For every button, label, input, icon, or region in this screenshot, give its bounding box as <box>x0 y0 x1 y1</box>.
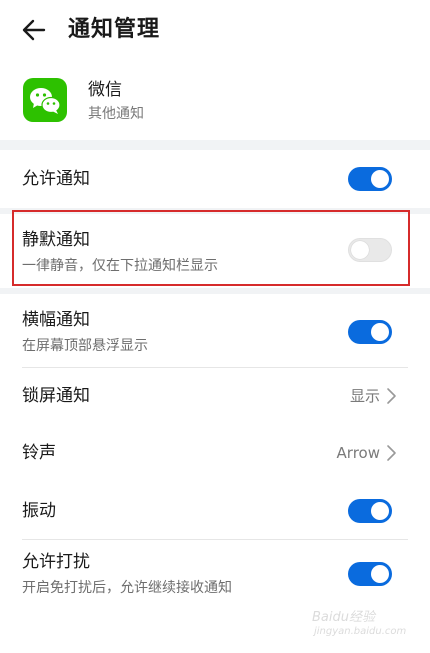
row-ringtone[interactable]: 铃声 Arrow <box>0 424 430 482</box>
watermark-text: Baidu经验 <box>312 610 375 625</box>
back-arrow-icon[interactable] <box>20 16 48 44</box>
row-label: 锁屏通知 <box>22 386 90 406</box>
watermark: Baidu经验 jingyan.baidu.com <box>312 598 416 646</box>
row-label: 允许通知 <box>22 169 90 189</box>
row-lockscreen-notifications[interactable]: 锁屏通知 显示 <box>0 368 430 424</box>
wechat-logo-icon <box>30 88 61 114</box>
row-description: 开启免打扰后，允许继续接收通知 <box>22 580 232 596</box>
row-label: 振动 <box>22 501 56 521</box>
row-label: 铃声 <box>22 443 56 463</box>
header: 通知管理 <box>0 0 430 62</box>
page-title: 通知管理 <box>68 17 161 42</box>
toggle-knob <box>371 170 389 188</box>
toggle-knob <box>371 565 389 583</box>
row-label: 允许打扰 <box>22 552 90 572</box>
row-description: 在屏幕顶部悬浮显示 <box>22 338 148 354</box>
row-value: Arrow <box>336 444 380 462</box>
watermark-url: jingyan.baidu.com <box>314 626 407 637</box>
highlight-box <box>12 210 410 286</box>
row-banner-notifications[interactable]: 横幅通知 在屏幕顶部悬浮显示 <box>0 296 430 368</box>
allow-notifications-toggle[interactable] <box>348 167 392 191</box>
toggle-knob <box>371 323 389 341</box>
chevron-right-icon <box>387 445 396 461</box>
section-gap <box>0 140 430 150</box>
vibrate-toggle[interactable] <box>348 499 392 523</box>
wechat-app-icon <box>23 78 67 122</box>
allow-disturb-toggle[interactable] <box>348 562 392 586</box>
row-value: 显示 <box>349 387 380 405</box>
chevron-right-icon <box>387 388 396 404</box>
toggle-knob <box>371 502 389 520</box>
row-label: 横幅通知 <box>22 310 90 330</box>
section-gap <box>0 288 430 294</box>
row-allow-notifications[interactable]: 允许通知 <box>0 150 430 208</box>
app-name: 微信 <box>88 80 122 100</box>
banner-notifications-toggle[interactable] <box>348 320 392 344</box>
app-info: 微信 其他通知 <box>0 66 430 138</box>
app-subtitle: 其他通知 <box>88 106 144 122</box>
row-vibrate[interactable]: 振动 <box>0 482 430 540</box>
